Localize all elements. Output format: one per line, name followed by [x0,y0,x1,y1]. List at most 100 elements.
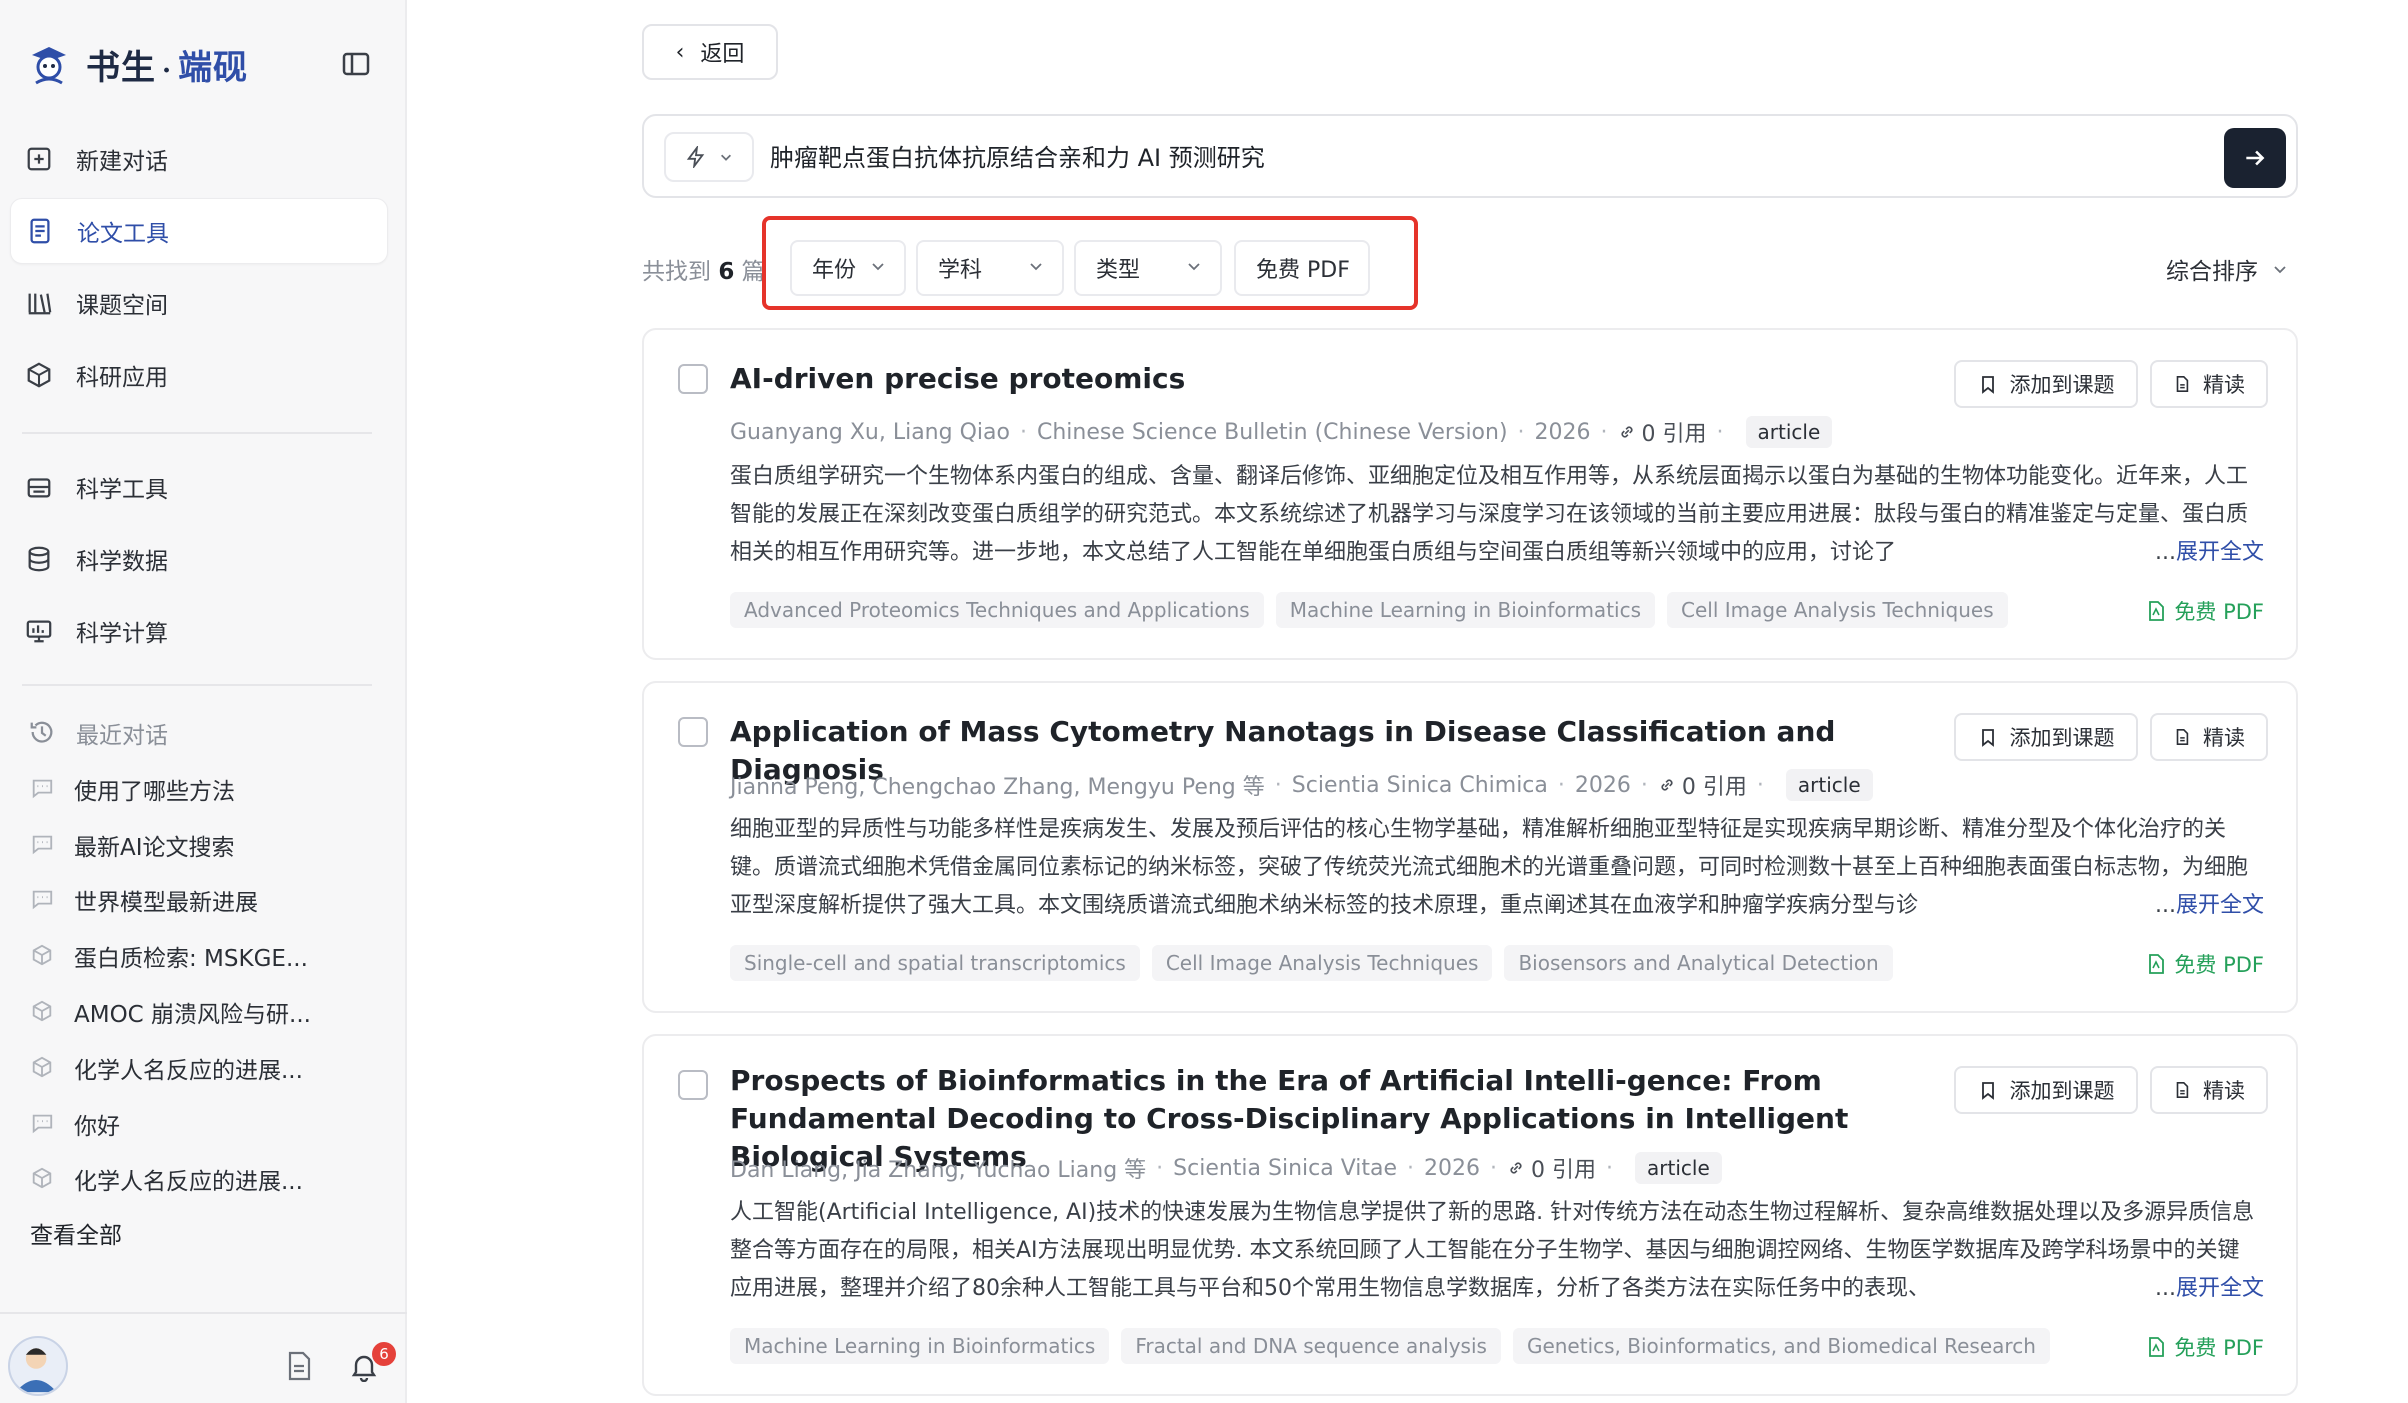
free-pdf-link[interactable]: 免费 PDF [2146,596,2264,626]
nav-new-chat[interactable]: 新建对话 [10,126,388,192]
select-checkbox[interactable] [678,364,708,394]
keyword-list: Single-cell and spatial transcriptomics … [730,945,1893,981]
recent-chat-item[interactable]: 你好 [30,1104,370,1144]
arrow-right-icon [2246,150,2265,166]
chat-icon [30,776,56,802]
paper-journal: Chinese Science Bulletin (Chinese Versio… [1036,419,1508,445]
avatar-icon [15,1348,57,1393]
search-mode-select[interactable] [664,132,754,182]
sidebar-divider [22,432,372,434]
nav-label: 科学数据 [76,549,168,575]
history-icon [28,718,58,748]
keyword-tag[interactable]: Machine Learning in Bioinformatics [730,1328,1110,1364]
user-avatar[interactable] [8,1336,68,1396]
paper-title[interactable]: AI-driven precise proteomics [730,360,1930,398]
paper-journal: Scientia Sinica Chimica [1291,772,1548,798]
database-icon [24,544,54,574]
expand-full-text-link[interactable]: ...展开全文 [2151,534,2264,566]
chevron-left-icon: ‹ [675,39,685,65]
keyword-tag[interactable]: Cell Image Analysis Techniques [1667,592,2008,628]
plus-square-icon [24,144,54,174]
nav-science-tools[interactable]: 科学工具 [10,454,388,520]
document-list-icon [25,216,55,246]
paper-year: 2026 [1424,1155,1481,1181]
recent-chat-item[interactable]: 蛋白质检索: MSKGE... [30,936,370,976]
paper-journal: Scientia Sinica Vitae [1173,1155,1398,1181]
paper-authors: Dan Liang, Jia Zhang, Yuchao Liang 等 [730,1158,1147,1183]
select-checkbox[interactable] [678,1070,708,1100]
sidebar-toggle-icon[interactable] [340,48,372,80]
keyword-tag[interactable]: Fractal and DNA sequence analysis [1121,1328,1501,1364]
nav-label: 论文工具 [77,221,169,247]
nav-paper-tools[interactable]: 论文工具 [10,198,388,264]
toolbox-icon [24,472,54,502]
add-to-topic-button[interactable]: 添加到课题 [1954,1066,2138,1114]
paper-year: 2026 [1574,772,1631,798]
keyword-tag[interactable]: Single-cell and spatial transcriptomics [730,945,1140,981]
add-to-topic-button[interactable]: 添加到课题 [1954,713,2138,761]
link-icon [1620,426,1633,438]
pdf-file-icon [2149,954,2165,974]
recent-chat-item[interactable]: 化学人名反应的进展... [30,1159,370,1199]
recent-chat-item[interactable]: 化学人名反应的进展... [30,1048,370,1088]
chat-icon [30,887,56,913]
books-icon [24,288,54,318]
view-all-link[interactable]: 查看全部 [30,1216,122,1250]
add-to-topic-button[interactable]: 添加到课题 [1954,360,2138,408]
citation-count: 0 引用 [1658,769,1747,801]
select-checkbox[interactable] [678,717,708,747]
recent-chat-item[interactable]: 最新AI论文搜索 [30,825,370,865]
keyword-tag[interactable]: Biosensors and Analytical Detection [1504,945,1893,981]
chevron-down-icon [721,154,731,161]
cube-icon [30,1055,56,1081]
pdf-file-icon [2149,1337,2165,1357]
free-pdf-link[interactable]: 免费 PDF [2146,949,2264,979]
keyword-tag[interactable]: Cell Image Analysis Techniques [1151,945,1493,981]
nav-science-data[interactable]: 科学数据 [10,526,388,592]
cube-icon [30,999,56,1025]
search-submit-button[interactable] [2224,128,2286,188]
sidebar-divider [22,684,372,686]
brand-logo-link[interactable]: 书生 · 端砚 [26,38,248,90]
paper-year: 2026 [1534,419,1591,445]
recent-chat-item[interactable]: 使用了哪些方法 [30,769,370,809]
read-button[interactable]: 精读 [2150,1066,2268,1114]
paper-type-tag: article [1785,769,1873,801]
paper-meta: Guanyang Xu, Liang Qiao · Chinese Science… [730,416,1833,448]
bookmark-icon [1981,729,1994,747]
monitor-chart-icon [24,616,54,646]
nav-topic-space[interactable]: 课题空间 [10,270,388,336]
recent-chat-item[interactable]: 世界模型最新进展 [30,880,370,920]
recent-chats-heading: 最近对话 [28,716,168,750]
read-button[interactable]: 精读 [2150,360,2268,408]
paper-authors: Guanyang Xu, Liang Qiao [730,419,1010,445]
keyword-tag[interactable]: Machine Learning in Bioinformatics [1275,592,1656,628]
brand-name: 书生 · 端砚 [86,47,249,88]
paper-meta: Jianna Peng, Chengchao Zhang, Mengyu Pen… [730,769,1873,801]
back-button[interactable]: ‹ 返回 [642,24,778,80]
keyword-tag[interactable]: Advanced Proteomics Techniques and Appli… [730,592,1264,628]
sort-select[interactable]: 综合排序 [2166,252,2288,286]
expand-full-text-link[interactable]: ...展开全文 [2151,887,2264,919]
chat-icon [30,832,56,858]
paper-abstract: 细胞亚型的异质性与功能多样性是疾病发生、发展及预后评估的核心生物学基础，精准解析… [730,817,2249,918]
bookmark-icon [1981,1082,1994,1100]
nav-research-apps[interactable]: 科研应用 [10,342,388,408]
paper-card: AI-driven precise proteomics 添加到课题 精读 Gu… [642,328,2298,660]
search-input[interactable]: 肿瘤靶点蛋白抗体抗原结合亲和力 AI 预测研究 [770,138,1265,173]
link-icon [1661,779,1673,791]
nav-label: 科学工具 [76,477,168,503]
free-pdf-link[interactable]: 免费 PDF [2146,1332,2264,1362]
keyword-tag[interactable]: Genetics, Bioinformatics, and Biomedical… [1512,1328,2050,1364]
expand-full-text-link[interactable]: ...展开全文 [2151,1270,2264,1302]
scholar-mascot-icon [32,47,66,85]
paper-abstract: 蛋白质组学研究一个生物体系内蛋白的组成、含量、翻译后修饰、亚细胞定位及相互作用等… [730,464,2249,565]
recent-chat-item[interactable]: AMOC 崩溃风险与研... [30,992,370,1032]
link-icon [1510,1162,1522,1174]
read-button[interactable]: 精读 [2150,713,2268,761]
document-icon[interactable] [284,1350,314,1382]
keyword-list: Advanced Proteomics Techniques and Appli… [730,592,2008,628]
nav-label: 课题空间 [76,293,168,319]
nav-label: 新建对话 [76,149,168,175]
nav-science-compute[interactable]: 科学计算 [10,598,388,664]
